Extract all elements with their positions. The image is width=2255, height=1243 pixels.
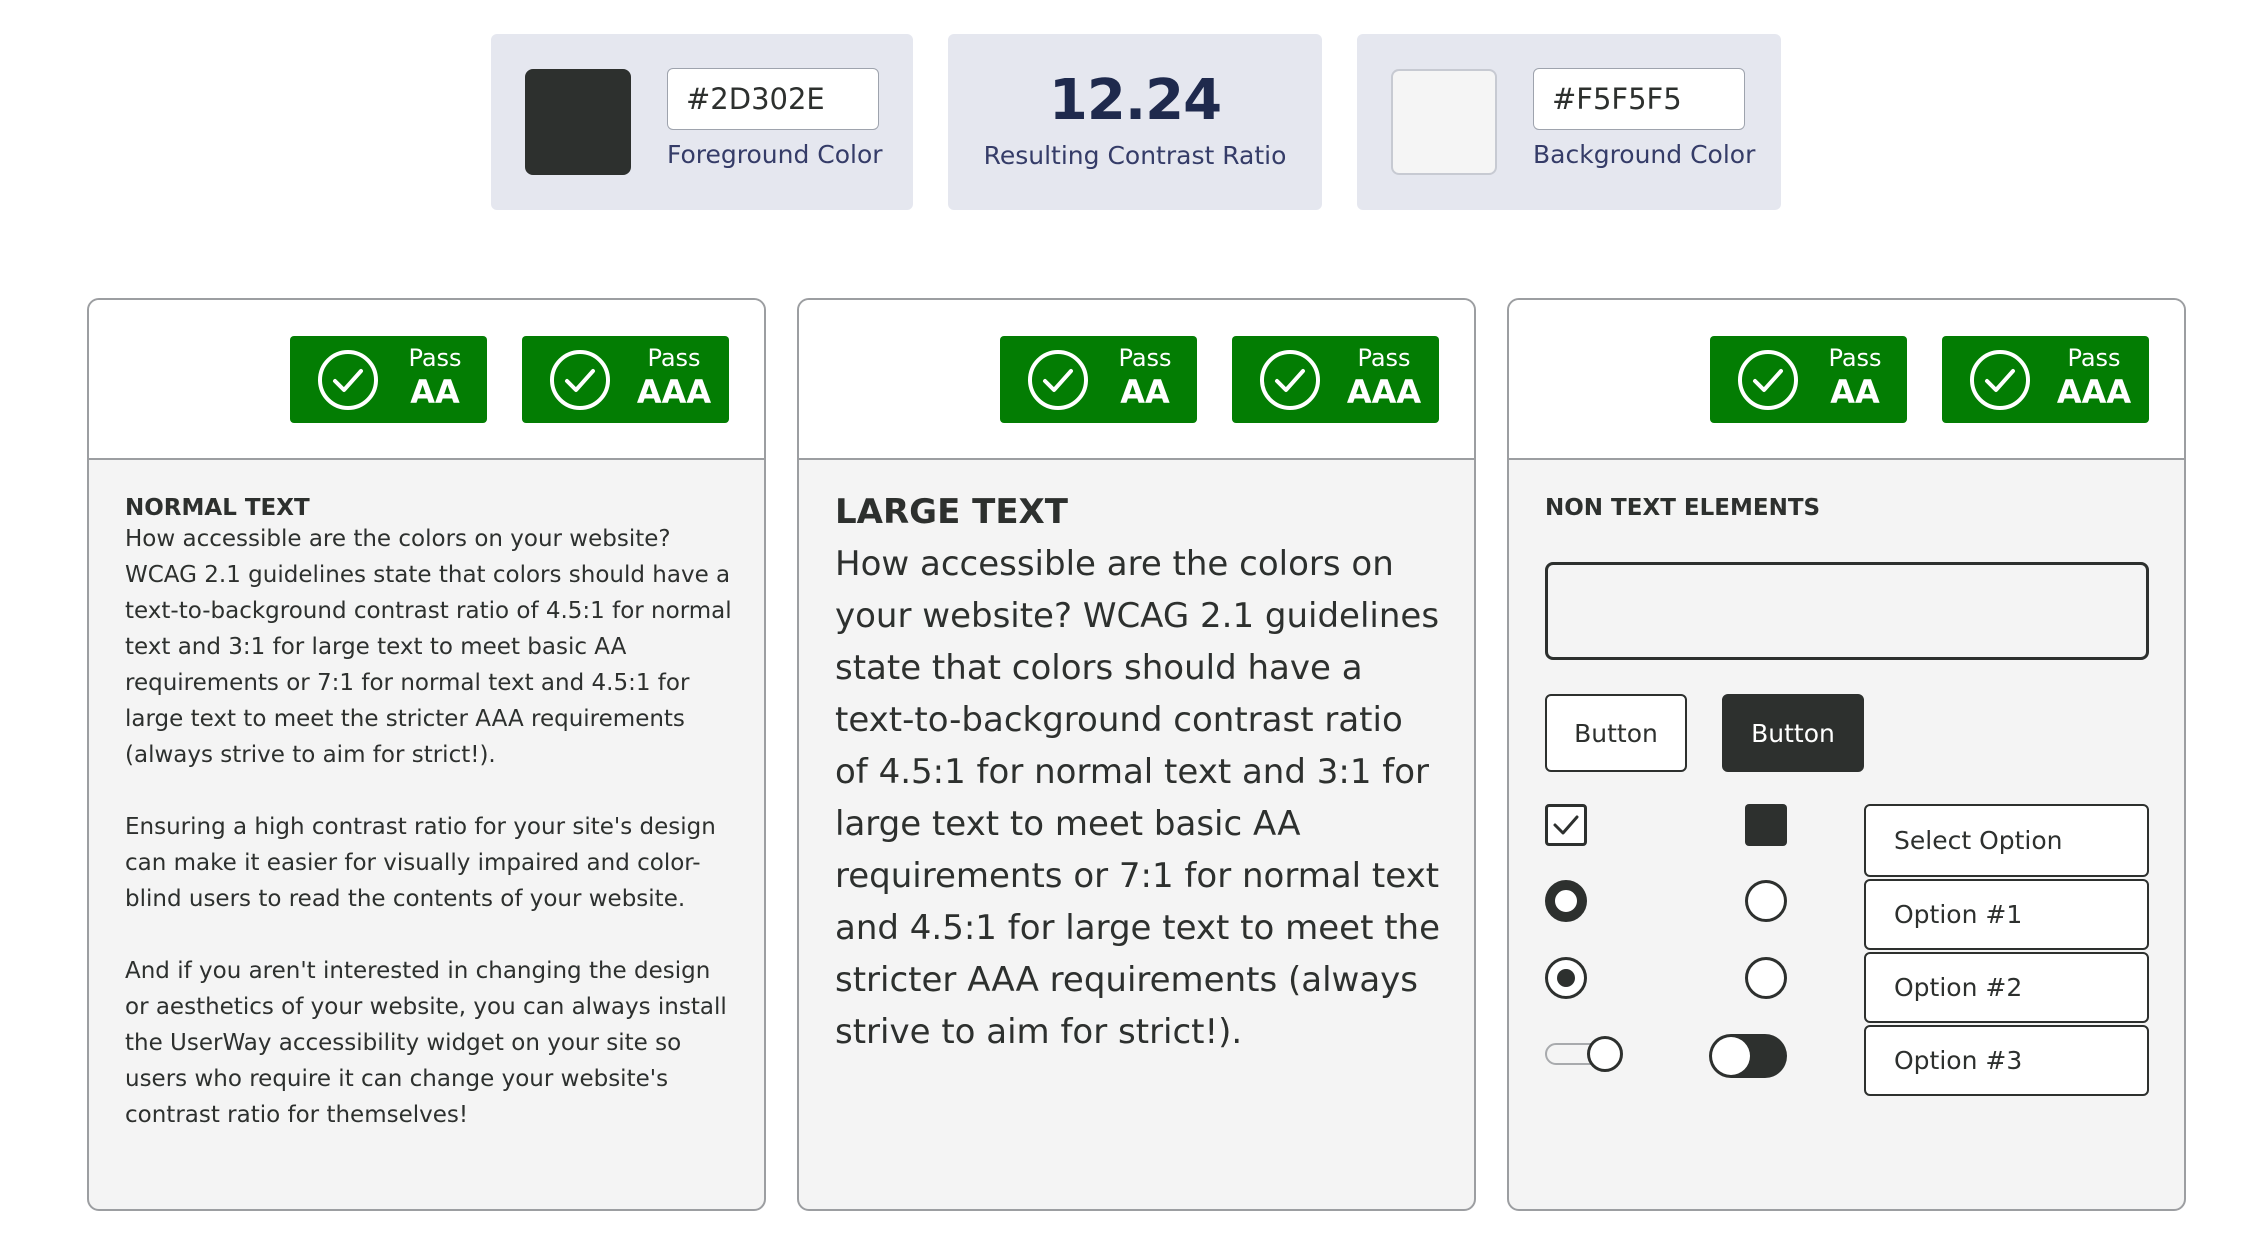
pass-aa-badge: Pass AA [290, 336, 487, 423]
select-option[interactable]: Option #1 [1864, 879, 2149, 950]
badge-pass-label: Pass [647, 344, 701, 372]
select-option[interactable]: Option #3 [1864, 1025, 2149, 1096]
panel-header: Pass AA Pass AAA [799, 300, 1474, 460]
pass-aaa-badge: Pass AAA [1942, 336, 2149, 423]
badge-pass-label: Pass [408, 344, 462, 372]
large-text-paragraph: How accessible are the colors on your we… [835, 544, 1441, 1052]
check-circle-icon [1260, 350, 1320, 410]
badge-level-label: AA [1830, 373, 1880, 411]
non-text-elements-panel: Pass AA Pass AAA NON TEXT ELEMENTS Button … [1507, 298, 2186, 1211]
panel-header: Pass AA Pass AAA [89, 300, 764, 460]
sample-checkbox-checked[interactable] [1545, 804, 1587, 846]
sample-radio-unselected[interactable] [1745, 957, 1787, 999]
badge-level-label: AAA [636, 373, 712, 411]
background-color-swatch[interactable] [1391, 69, 1497, 175]
background-hex-input[interactable] [1533, 68, 1745, 130]
badge-pass-label: Pass [1828, 344, 1882, 372]
background-color-label: Background Color [1533, 140, 1756, 169]
badge-level-label: AA [1120, 373, 1170, 411]
badge-pass-label: Pass [1357, 344, 1411, 372]
normal-text-paragraph: Ensuring a high contrast ratio for your … [125, 814, 716, 912]
normal-text-body: NORMAL TEXT How accessible are the color… [125, 495, 734, 1133]
badge-level-label: AA [410, 373, 460, 411]
sample-radio-selected[interactable] [1545, 957, 1587, 999]
foreground-color-card: Foreground Color [491, 34, 913, 210]
check-circle-icon [550, 350, 610, 410]
sample-text-input[interactable] [1545, 562, 2149, 660]
panel-header: Pass AA Pass AAA [1509, 300, 2184, 460]
contrast-ratio-label: Resulting Contrast Ratio [983, 141, 1287, 170]
pass-aa-badge: Pass AA [1000, 336, 1197, 423]
normal-text-paragraph: And if you aren't interested in changing… [125, 958, 727, 1128]
contrast-checker: Foreground Color 12.24 Resulting Contras… [0, 0, 2255, 1243]
check-circle-icon [1028, 350, 1088, 410]
badge-pass-label: Pass [1118, 344, 1172, 372]
background-color-card: Background Color [1357, 34, 1781, 210]
select-option-placeholder[interactable]: Select Option [1864, 804, 2149, 877]
foreground-color-swatch[interactable] [525, 69, 631, 175]
sample-select: Select Option Option #1 Option #2 Option… [1864, 804, 2149, 1098]
sample-radio-selected-thick[interactable] [1545, 880, 1587, 922]
foreground-color-label: Foreground Color [667, 140, 883, 169]
sample-outline-button[interactable]: Button [1545, 694, 1687, 772]
normal-text-panel: Pass AA Pass AAA NORMAL TEXT How accessibl… [87, 298, 766, 1211]
section-title: NON TEXT ELEMENTS [1545, 495, 1821, 521]
non-text-body: NON TEXT ELEMENTS [1545, 495, 2154, 521]
toggle-knob [1712, 1037, 1750, 1075]
large-text-panel: Pass AA Pass AAA LARGE TEXT How accessible… [797, 298, 1476, 1211]
toggle-knob [1587, 1036, 1623, 1072]
sample-toggle-on[interactable] [1709, 1034, 1787, 1078]
sample-filled-button[interactable]: Button [1722, 694, 1864, 772]
badge-pass-label: Pass [2067, 344, 2121, 372]
pass-aa-badge: Pass AA [1710, 336, 1907, 423]
sample-checkbox-filled[interactable] [1745, 804, 1787, 846]
large-text-body: LARGE TEXT How accessible are the colors… [835, 492, 1444, 1058]
badge-level-label: AAA [1346, 373, 1422, 411]
check-circle-icon [1738, 350, 1798, 410]
foreground-hex-input[interactable] [667, 68, 879, 130]
check-circle-icon [318, 350, 378, 410]
sample-toggle-off[interactable] [1545, 1034, 1623, 1074]
section-title: NORMAL TEXT [125, 495, 310, 521]
normal-text-paragraph: How accessible are the colors on your we… [125, 526, 732, 768]
select-option[interactable]: Option #2 [1864, 952, 2149, 1023]
sample-radio-unselected[interactable] [1745, 880, 1787, 922]
checkmark-icon [1553, 815, 1579, 835]
contrast-ratio-value: 12.24 [1048, 68, 1222, 133]
section-title: LARGE TEXT [835, 492, 1068, 532]
badge-level-label: AAA [2056, 373, 2132, 411]
pass-aaa-badge: Pass AAA [522, 336, 729, 423]
check-circle-icon [1970, 350, 2030, 410]
contrast-ratio-card: 12.24 Resulting Contrast Ratio [948, 34, 1322, 210]
pass-aaa-badge: Pass AAA [1232, 336, 1439, 423]
